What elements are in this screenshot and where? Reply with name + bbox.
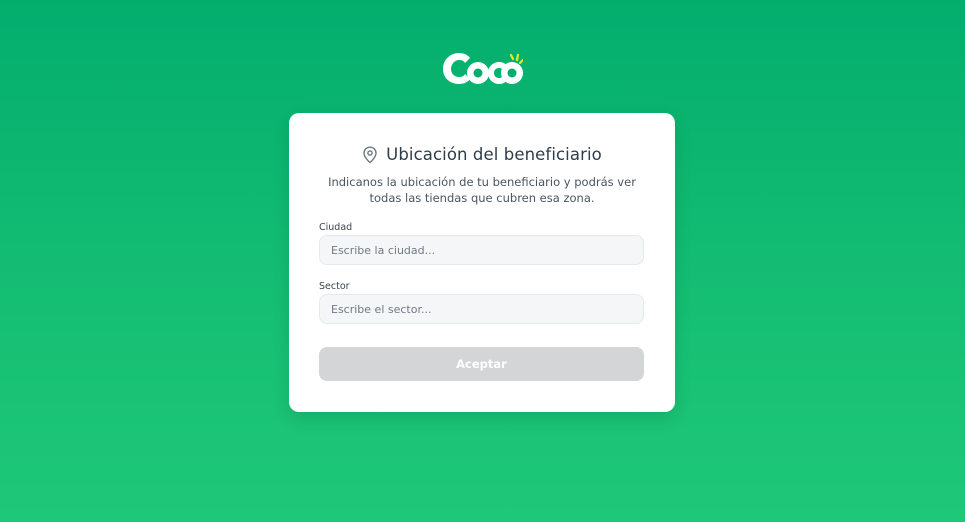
card-title: Ubicación del beneficiario	[386, 145, 602, 164]
beneficiary-location-card: Ubicación del beneficiario Indicanos la …	[289, 113, 675, 412]
accept-button[interactable]: Aceptar	[319, 347, 644, 381]
city-label: Ciudad	[319, 222, 353, 233]
card-header: Ubicación del beneficiario	[289, 145, 675, 164]
city-input[interactable]	[319, 235, 644, 265]
sector-label: Sector	[319, 281, 350, 292]
location-pin-icon	[362, 146, 378, 164]
sector-input[interactable]	[319, 294, 644, 324]
coco-logo	[443, 50, 525, 86]
card-subtitle: Indicanos la ubicación de tu beneficiari…	[328, 175, 636, 205]
